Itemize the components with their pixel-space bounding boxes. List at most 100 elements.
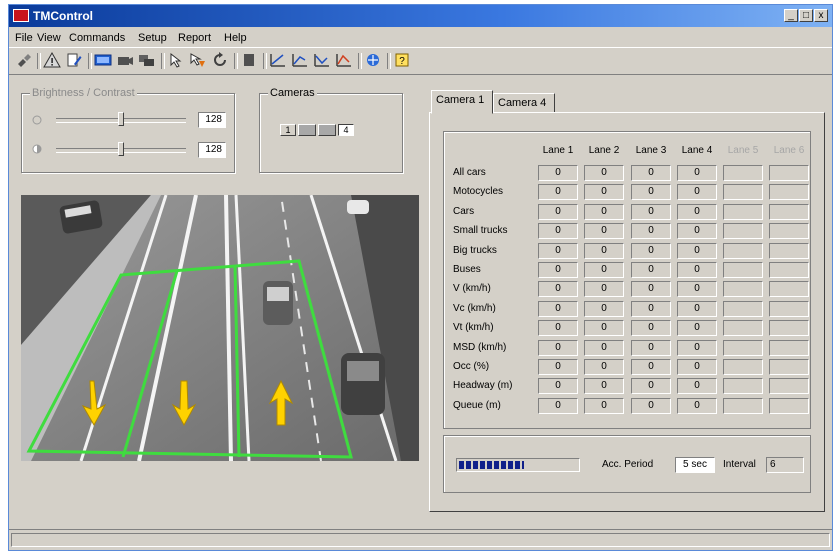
stat-cell: 0 xyxy=(631,242,671,259)
stat-cell xyxy=(723,223,763,240)
stat-cell xyxy=(723,203,763,220)
brightness-value: 128 xyxy=(198,112,226,128)
refresh-icon[interactable] xyxy=(211,52,231,70)
menu-file[interactable]: File xyxy=(15,32,33,44)
stat-cell: 0 xyxy=(584,242,624,259)
stat-cell: 0 xyxy=(677,397,717,414)
stat-row-label: Small trucks xyxy=(453,225,508,237)
chart-4-icon[interactable] xyxy=(335,52,355,70)
stat-cell xyxy=(723,320,763,337)
contrast-slider[interactable] xyxy=(56,142,186,156)
status-bar xyxy=(9,529,832,550)
stat-cell: 0 xyxy=(631,281,671,298)
stat-cell: 0 xyxy=(631,203,671,220)
stat-cell: 0 xyxy=(584,359,624,375)
menu-setup[interactable]: Setup xyxy=(138,32,167,44)
toolbar-separator xyxy=(88,53,92,69)
stat-cell xyxy=(723,339,763,356)
toolbar: ? xyxy=(9,47,832,75)
title-bar[interactable]: TMControl _ □ x xyxy=(9,5,832,27)
stat-cell: 0 xyxy=(584,378,624,395)
stop-icon[interactable] xyxy=(240,52,260,70)
cameras-icon[interactable] xyxy=(138,52,158,70)
lane-3-header: Lane 3 xyxy=(635,145,667,156)
stat-row-label: MSD (km/h) xyxy=(453,341,507,353)
stat-cell: 0 xyxy=(631,184,671,201)
menu-commands[interactable]: Commands xyxy=(69,32,125,44)
camera-2-button[interactable] xyxy=(298,124,316,136)
stat-cell: 0 xyxy=(677,242,717,259)
lane-5-header: Lane 5 xyxy=(727,145,759,156)
brightness-slider-thumb[interactable] xyxy=(118,112,124,126)
display-icon[interactable] xyxy=(94,52,114,70)
stat-cell: 0 xyxy=(584,223,624,240)
stat-cell xyxy=(769,359,809,375)
status-text xyxy=(11,533,830,547)
stat-cell xyxy=(723,281,763,298)
close-button[interactable]: x xyxy=(814,9,828,22)
stat-cell: 0 xyxy=(631,300,671,317)
help-icon[interactable]: ? xyxy=(393,52,413,70)
stat-cell: 0 xyxy=(631,359,671,375)
stat-cell: 0 xyxy=(584,339,624,356)
toolbar-separator xyxy=(358,53,362,69)
stat-cell: 0 xyxy=(538,223,578,240)
chart-1-icon[interactable] xyxy=(269,52,289,70)
accumulation-progress-bar xyxy=(456,458,580,472)
cursor-icon[interactable] xyxy=(167,52,187,70)
stat-cell: 0 xyxy=(677,339,717,356)
connect-icon[interactable] xyxy=(15,52,35,70)
edit-icon[interactable] xyxy=(65,52,85,70)
menu-view[interactable]: View xyxy=(37,32,61,44)
stat-cell: 0 xyxy=(538,339,578,356)
stat-cell: 0 xyxy=(677,165,717,181)
brightness-icon xyxy=(32,115,42,125)
stat-cell: 0 xyxy=(538,165,578,181)
stat-cell xyxy=(769,397,809,414)
chart-2-icon[interactable] xyxy=(291,52,311,70)
stat-cell: 0 xyxy=(677,184,717,201)
stat-cell xyxy=(723,184,763,201)
brightness-slider[interactable] xyxy=(56,112,186,126)
pointer-icon[interactable] xyxy=(189,52,209,70)
camera-1-button[interactable]: 1 xyxy=(280,124,296,136)
acc-period-value[interactable]: 5 sec xyxy=(675,457,715,473)
stat-cell: 0 xyxy=(538,359,578,375)
chart-3-icon[interactable] xyxy=(313,52,333,70)
accumulation-progress-fill xyxy=(459,461,524,469)
accumulation-period-group: Acc. Period 5 sec Interval 6 xyxy=(443,435,811,493)
stat-cell xyxy=(769,242,809,259)
menu-report[interactable]: Report xyxy=(178,32,211,44)
camera-3-button[interactable] xyxy=(318,124,336,136)
stat-cell: 0 xyxy=(631,165,671,181)
stat-cell: 0 xyxy=(584,397,624,414)
camera-icon[interactable] xyxy=(116,52,136,70)
stat-row-label: Headway (m) xyxy=(453,380,513,392)
tab-camera-1[interactable]: Camera 1 xyxy=(431,90,493,114)
stat-row-label: Motocycles xyxy=(453,186,504,198)
app-logo-icon xyxy=(13,9,29,22)
lane-1-header: Lane 1 xyxy=(542,145,574,156)
warning-icon[interactable] xyxy=(43,51,63,70)
interval-value[interactable]: 6 xyxy=(766,457,804,473)
stat-cell: 0 xyxy=(584,320,624,337)
stat-cell: 0 xyxy=(677,262,717,278)
toolbar-separator xyxy=(387,53,391,69)
stat-cell xyxy=(723,262,763,278)
maximize-button[interactable]: □ xyxy=(799,9,813,22)
camera-video-feed[interactable] xyxy=(21,195,419,461)
stat-cell xyxy=(723,300,763,317)
camera-4-button[interactable]: 4 xyxy=(338,124,354,136)
cameras-group: Cameras 1 4 xyxy=(259,87,403,173)
network-icon[interactable] xyxy=(364,52,384,70)
tab-camera-4[interactable]: Camera 4 xyxy=(493,93,555,113)
minimize-button[interactable]: _ xyxy=(784,9,798,22)
cameras-label: Cameras xyxy=(268,87,317,99)
stat-cell xyxy=(769,339,809,356)
contrast-slider-thumb[interactable] xyxy=(118,142,124,156)
menu-help[interactable]: Help xyxy=(224,32,247,44)
stat-cell: 0 xyxy=(538,242,578,259)
stat-cell: 0 xyxy=(538,300,578,317)
stat-cell xyxy=(769,378,809,395)
lane-statistics-group: Lane 1 Lane 2 Lane 3 Lane 4 Lane 5 Lane 6 All … xyxy=(443,131,811,429)
